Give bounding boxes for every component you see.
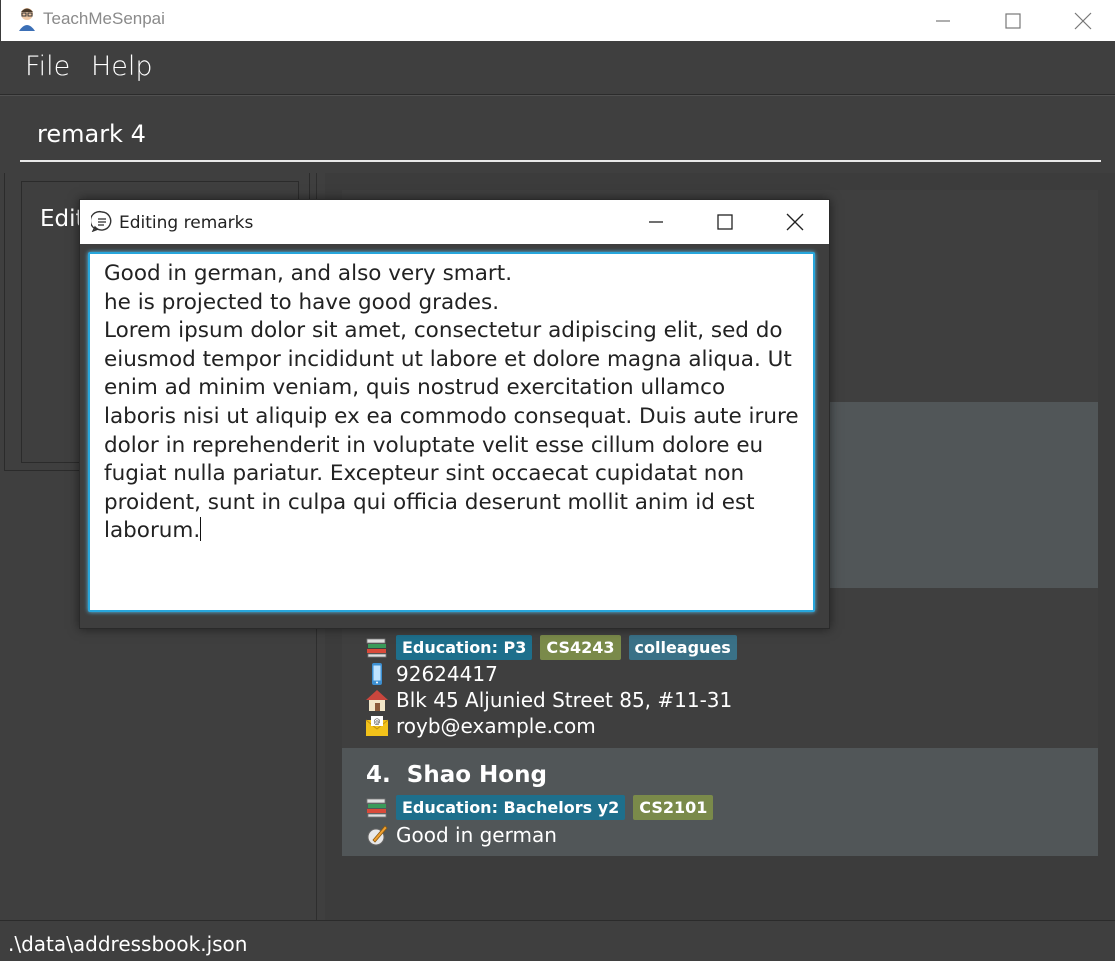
- books-icon: [364, 634, 390, 660]
- address-row: Blk 45 Aljunied Street 85, #11-31: [364, 687, 732, 713]
- phone-row: 92624417: [364, 661, 498, 687]
- phone-icon: [364, 661, 390, 687]
- remark-pen-icon: [364, 822, 390, 848]
- result-text: Edit: [40, 206, 85, 232]
- remark-text-area[interactable]: Good in german, and also very smart. he …: [88, 252, 815, 612]
- person-name: 4. Shao Hong: [366, 762, 547, 788]
- chat-bubble-icon: [89, 210, 113, 233]
- menu-bar: File Help: [0, 41, 1115, 95]
- person-card-shao[interactable]: 4. Shao Hong Education: Bachelors y2 CS2…: [342, 748, 1098, 856]
- minimize-icon: [936, 19, 950, 22]
- menu-help[interactable]: Help: [91, 51, 153, 82]
- tag-education: Education: P3: [396, 634, 533, 660]
- remark-dialog: Editing remarks Good in german, and also…: [79, 199, 830, 629]
- close-icon: [786, 213, 804, 231]
- person-index: 4.: [366, 762, 391, 788]
- tag-module: CS2101: [633, 794, 714, 820]
- minimize-icon: [649, 221, 663, 223]
- dialog-close-button[interactable]: [760, 200, 830, 244]
- tag-education: Education: Bachelors y2: [396, 794, 626, 820]
- window-title-bar: TeachMeSenpai: [0, 0, 1115, 41]
- svg-text:@: @: [374, 718, 381, 726]
- books-icon: [364, 794, 390, 820]
- tag-colleagues: colleagues: [628, 634, 737, 660]
- email-row: @ royb@example.com: [364, 713, 596, 739]
- command-box: remark 4: [0, 95, 1115, 173]
- address-text: Blk 45 Aljunied Street 85, #11-31: [396, 688, 733, 712]
- close-icon: [1074, 12, 1092, 29]
- status-bar: .\data\addressbook.json: [0, 920, 1115, 961]
- maximize-button[interactable]: [978, 0, 1048, 41]
- dialog-minimize-button[interactable]: [621, 200, 691, 244]
- minimize-button[interactable]: [908, 0, 978, 41]
- text-caret: [200, 517, 202, 542]
- dialog-title-bar: Editing remarks: [80, 200, 829, 244]
- remark-text: Good in german: [396, 823, 557, 847]
- command-input[interactable]: remark 4: [20, 110, 1101, 162]
- dialog-maximize-button[interactable]: [690, 200, 760, 244]
- maximize-icon: [1005, 12, 1021, 29]
- tag-module: CS4243: [540, 634, 621, 660]
- remark-content: Good in german, and also very smart. he …: [104, 261, 799, 544]
- menu-file[interactable]: File: [25, 51, 70, 82]
- email-text: royb@example.com: [396, 714, 596, 738]
- remark-row: Good in german: [364, 822, 557, 848]
- tags-row: Education: P3 CS4243 colleagues: [364, 634, 745, 660]
- save-location: .\data\addressbook.json: [8, 932, 248, 956]
- close-button[interactable]: [1048, 0, 1115, 41]
- window-title: TeachMeSenpai: [43, 9, 165, 28]
- envelope-icon: @: [364, 713, 390, 739]
- teacher-avatar-icon: [17, 7, 37, 31]
- person-name-text: Shao Hong: [406, 762, 547, 788]
- maximize-icon: [717, 214, 733, 230]
- phone-text: 92624417: [396, 662, 498, 686]
- command-input-text: remark 4: [37, 120, 146, 148]
- tags-row: Education: Bachelors y2 CS2101: [364, 794, 721, 820]
- house-icon: [364, 687, 390, 713]
- dialog-title: Editing remarks: [119, 213, 254, 233]
